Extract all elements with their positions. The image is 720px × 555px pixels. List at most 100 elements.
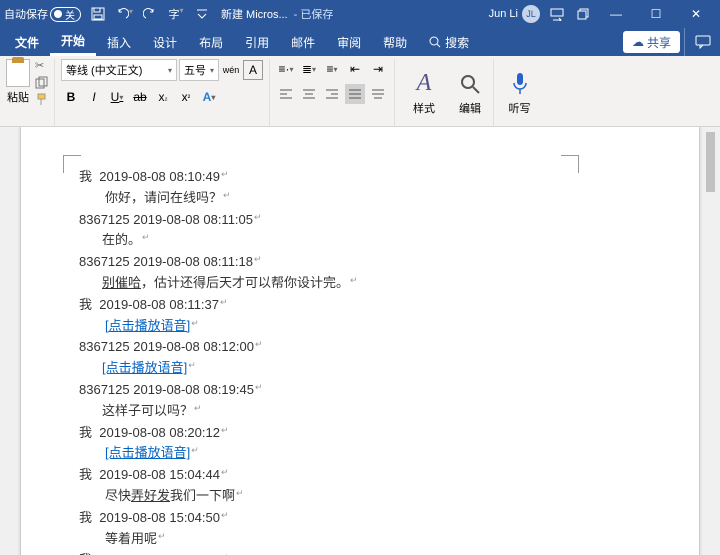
undo-icon[interactable]: ▾ xyxy=(111,7,137,21)
tab-insert[interactable]: 插入 xyxy=(96,28,142,56)
document-page[interactable]: 我 2019-08-08 08:10:49↵你好，请问在线吗？↵8367125 … xyxy=(20,127,700,555)
chat-timestamp: 2019-08-08 08:11:37 xyxy=(99,297,219,312)
tab-review[interactable]: 审阅 xyxy=(326,28,372,56)
chat-text: 尽快 xyxy=(105,488,131,503)
chat-timestamp: 2019-08-08 15:04:44 xyxy=(99,467,220,482)
more-quickaccess-icon[interactable] xyxy=(189,8,215,20)
italic-button[interactable]: I xyxy=(84,87,104,107)
chat-message: 8367125 2019-08-08 08:11:18↵别催哈，估计还得后天才可… xyxy=(79,252,641,294)
chat-timestamp: 2019-08-08 08:12:00 xyxy=(133,339,254,354)
paragraph-mark-icon: ↵ xyxy=(255,382,263,392)
chat-sender: 8367125 xyxy=(79,382,130,397)
maximize-button[interactable]: ☐ xyxy=(636,7,676,21)
save-status: - 已保存 xyxy=(294,6,334,22)
tab-help[interactable]: 帮助 xyxy=(372,28,418,56)
numbering-button[interactable]: ≣▾ xyxy=(299,59,319,79)
justify-button[interactable] xyxy=(345,84,365,104)
increase-indent-button[interactable]: ⇥ xyxy=(368,59,388,79)
user-name[interactable]: Jun Li xyxy=(489,8,518,20)
paragraph-mark-icon: ↵ xyxy=(255,339,263,349)
bullets-button[interactable]: ≡·▾ xyxy=(276,59,296,79)
autosave-label: 自动保存 xyxy=(4,6,48,22)
distributed-button[interactable] xyxy=(368,84,388,104)
chat-text: 这样子可以吗？ xyxy=(102,403,193,418)
superscript-button[interactable]: x² xyxy=(176,87,196,107)
paragraph-mark-icon: ↵ xyxy=(221,169,229,179)
ribbon: 粘贴 ✂ 等线 (中文正文)▾ 五号▾ wén A B I U ▾ ab x₂ … xyxy=(0,56,720,127)
chat-text: 在的。 xyxy=(102,232,141,247)
doc-title: 新建 Micros... xyxy=(221,6,288,22)
voice-link[interactable]: [点击播放语音] xyxy=(105,445,190,460)
chat-sender: 我 xyxy=(79,510,92,525)
paste-button[interactable]: 粘贴 xyxy=(6,59,30,126)
minimize-button[interactable]: — xyxy=(596,7,636,21)
editing-button[interactable]: 编辑 xyxy=(447,59,493,126)
margin-corner-tr xyxy=(561,155,579,173)
chat-timestamp: 2019-08-08 08:11:05 xyxy=(133,212,253,227)
font-name-select[interactable]: 等线 (中文正文)▾ xyxy=(61,59,177,81)
redo-icon[interactable] xyxy=(137,7,163,21)
cut-button[interactable]: ✂ xyxy=(35,59,48,72)
titlebar: 自动保存 关 ▾ 字▾ 新建 Micros... - 已保存 Jun Li JL… xyxy=(0,0,720,28)
tab-home[interactable]: 开始 xyxy=(50,28,96,56)
chat-sender: 我 xyxy=(79,425,92,440)
chat-message: 8367125 2019-08-08 08:12:00↵[点击播放语音]↵ xyxy=(79,337,641,379)
paragraph-mark-icon: ↵ xyxy=(221,425,229,435)
text-effects-button[interactable]: A▾ xyxy=(199,87,219,107)
underline-button[interactable]: U ▾ xyxy=(107,87,127,107)
chat-message: 我 2019-08-08 08:20:12↵[点击播放语音]↵ xyxy=(79,423,641,465)
tab-layout[interactable]: 布局 xyxy=(188,28,234,56)
align-center-button[interactable] xyxy=(299,84,319,104)
subscript-button[interactable]: x₂ xyxy=(153,87,173,107)
chat-message: 我 2019-08-08 15:05:01↵ xyxy=(79,550,641,555)
paste-icon xyxy=(6,59,30,87)
chat-sender: 我 xyxy=(79,297,92,312)
paragraph-mark-icon: ↵ xyxy=(254,212,262,222)
save-icon[interactable] xyxy=(85,7,111,21)
chat-message: 8367125 2019-08-08 08:11:05↵在的。↵ xyxy=(79,210,641,252)
tab-file[interactable]: 文件 xyxy=(4,28,50,56)
avatar[interactable]: JL xyxy=(522,5,540,23)
tab-references[interactable]: 引用 xyxy=(234,28,280,56)
align-left-button[interactable] xyxy=(276,84,296,104)
copy-button[interactable] xyxy=(35,76,48,89)
paragraph-mark-icon: ↵ xyxy=(254,254,262,264)
chat-message: 我 2019-08-08 15:04:50↵等着用呢↵ xyxy=(79,508,641,550)
chat-text: 别催哈 xyxy=(102,275,141,290)
restore-icon[interactable] xyxy=(570,7,596,21)
char-icon[interactable]: 字▾ xyxy=(163,6,189,22)
share-button[interactable]: ☁ 共享 xyxy=(623,31,680,53)
tab-design[interactable]: 设计 xyxy=(142,28,188,56)
strike-button[interactable]: ab xyxy=(130,87,150,107)
scrollbar-vertical[interactable] xyxy=(704,132,717,552)
page-area: 我 2019-08-08 08:10:49↵你好，请问在线吗？↵8367125 … xyxy=(0,127,720,555)
voice-link[interactable]: [点击播放语音] xyxy=(105,318,190,333)
comments-button[interactable] xyxy=(684,28,720,56)
dictate-button[interactable]: 听写 xyxy=(493,59,539,126)
font-size-select[interactable]: 五号▾ xyxy=(179,59,219,81)
tab-search[interactable]: 搜索 xyxy=(418,28,480,56)
ribbon-options-icon[interactable] xyxy=(544,7,570,21)
paragraph-mark-icon: ↵ xyxy=(220,297,228,307)
chat-message: 我 2019-08-08 15:04:44↵尽快弄好发我们一下啊↵ xyxy=(79,465,641,507)
decrease-indent-button[interactable]: ⇤ xyxy=(345,59,365,79)
bold-button[interactable]: B xyxy=(61,87,81,107)
chat-text: 等着用呢 xyxy=(105,531,157,546)
paragraph-mark-icon: ↵ xyxy=(221,467,229,477)
phonetic-guide-button[interactable]: wén xyxy=(221,60,241,80)
close-button[interactable]: ✕ xyxy=(676,7,716,21)
styles-button[interactable]: A 样式 xyxy=(401,59,447,126)
chat-message: 我 2019-08-08 08:11:37↵[点击播放语音]↵ xyxy=(79,295,641,337)
tab-mail[interactable]: 邮件 xyxy=(280,28,326,56)
char-border-button[interactable]: A xyxy=(243,60,263,80)
align-right-button[interactable] xyxy=(322,84,342,104)
autosave-toggle[interactable]: 关 xyxy=(50,7,81,22)
voice-link[interactable]: [点击播放语音] xyxy=(102,360,187,375)
chat-timestamp: 2019-08-08 15:04:50 xyxy=(99,510,220,525)
chat-timestamp: 2019-08-08 08:11:18 xyxy=(133,254,253,269)
multilevel-button[interactable]: ≡▾ xyxy=(322,59,342,79)
format-painter-button[interactable] xyxy=(35,93,48,106)
chat-text: ，估计还得后天才可以帮你设计完。 xyxy=(141,275,349,290)
chat-message: 8367125 2019-08-08 08:19:45↵这样子可以吗？↵ xyxy=(79,380,641,422)
chat-sender: 8367125 xyxy=(79,339,130,354)
